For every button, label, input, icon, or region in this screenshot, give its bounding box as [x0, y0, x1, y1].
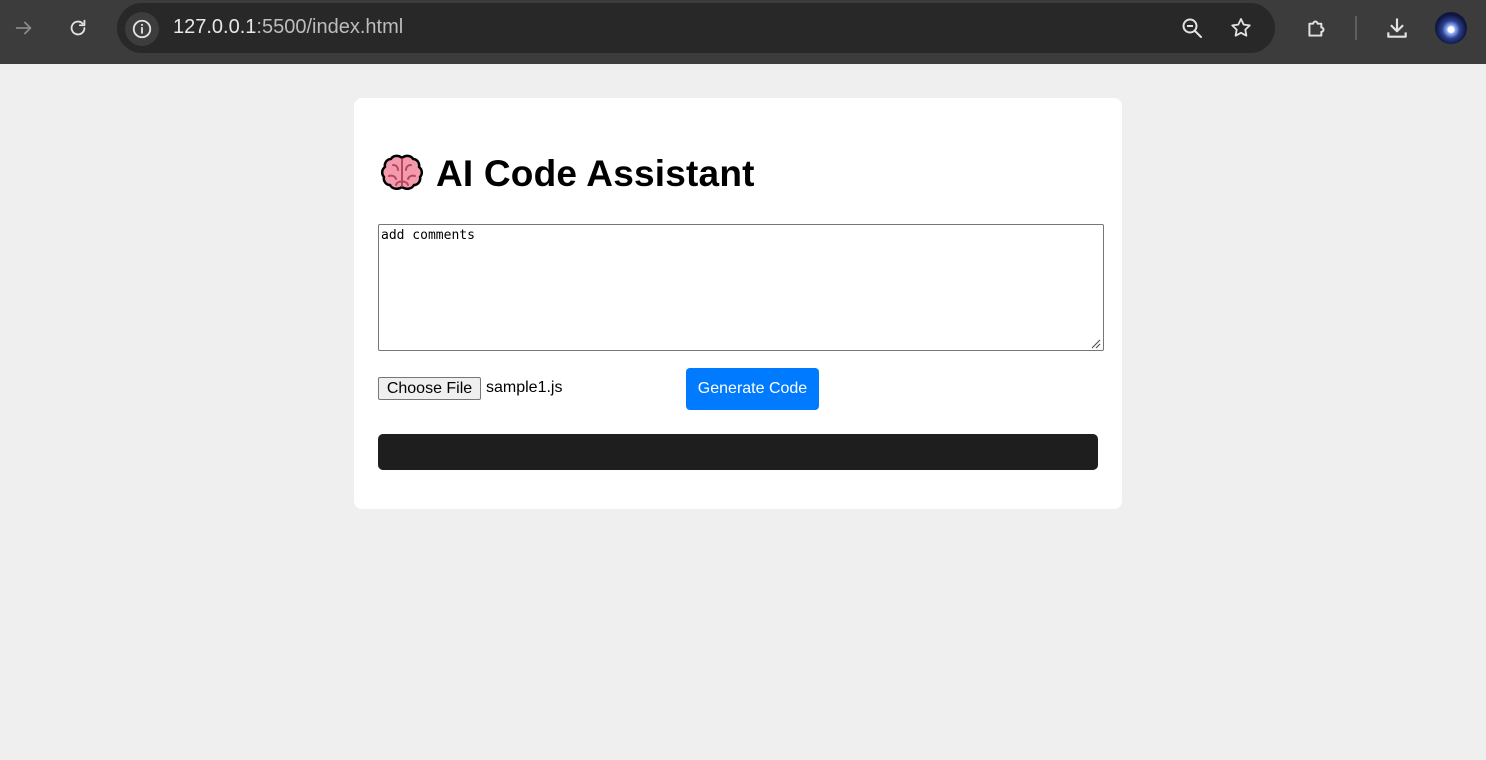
url-text[interactable]: 127.0.0.1:5500/index.html: [173, 16, 403, 39]
output-panel: [378, 434, 1098, 470]
info-icon: [132, 19, 152, 39]
downloads-button[interactable]: [1383, 14, 1411, 42]
url-host: 127.0.0.1: [173, 16, 257, 38]
toolbar-divider: [1355, 16, 1357, 40]
puzzle-icon: [1308, 20, 1325, 37]
prompt-input[interactable]: [378, 224, 1104, 351]
bookmark-button[interactable]: [1228, 15, 1254, 41]
forward-button[interactable]: [10, 14, 38, 42]
download-icon: [1387, 18, 1407, 38]
generate-code-button[interactable]: Generate Code: [686, 368, 819, 410]
resize-handle-icon[interactable]: [1089, 337, 1101, 349]
site-info-button[interactable]: [125, 12, 159, 46]
address-bar[interactable]: 127.0.0.1:5500/index.html: [117, 3, 1275, 53]
extensions-button[interactable]: [1303, 14, 1331, 42]
zoom-button[interactable]: [1179, 15, 1205, 41]
profile-avatar[interactable]: [1435, 12, 1467, 44]
title-row: AI Code Assistant: [378, 150, 755, 198]
assistant-card: AI Code Assistant Choose File sample1.js…: [354, 98, 1122, 509]
star-icon: [1231, 18, 1251, 37]
zoom-out-icon: [1182, 18, 1202, 38]
arrow-right-icon: [15, 21, 32, 35]
choose-file-button[interactable]: Choose File: [378, 377, 481, 400]
reload-icon: [70, 19, 86, 36]
browser-toolbar: 127.0.0.1:5500/index.html: [0, 0, 1486, 64]
selected-file-name: sample1.js: [486, 379, 563, 396]
page-title: AI Code Assistant: [436, 153, 755, 194]
brain-icon: [380, 154, 424, 190]
url-path: :5500/index.html: [256, 16, 404, 38]
reload-button[interactable]: [64, 14, 92, 42]
